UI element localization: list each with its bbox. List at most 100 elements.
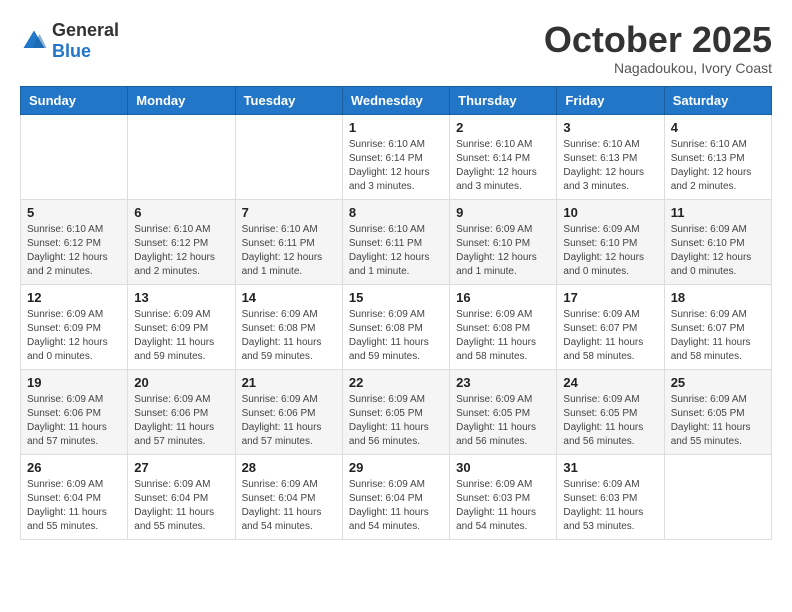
day-info: Sunrise: 6:09 AM Sunset: 6:06 PM Dayligh…	[242, 393, 336, 449]
calendar-cell: 28 Sunrise: 6:09 AM Sunset: 6:04 PM Dayli…	[235, 454, 342, 539]
day-info: Sunrise: 6:10 AM Sunset: 6:14 PM Dayligh…	[349, 138, 443, 194]
calendar-cell: 2 Sunrise: 6:10 AM Sunset: 6:14 PM Daylig…	[450, 114, 557, 199]
day-number: 1	[349, 120, 443, 135]
location-subtitle: Nagadoukou, Ivory Coast	[544, 60, 772, 76]
calendar-cell: 5 Sunrise: 6:10 AM Sunset: 6:12 PM Daylig…	[21, 199, 128, 284]
calendar-cell: 4 Sunrise: 6:10 AM Sunset: 6:13 PM Daylig…	[664, 114, 771, 199]
day-number: 24	[563, 375, 657, 390]
day-number: 12	[27, 290, 121, 305]
day-number: 3	[563, 120, 657, 135]
weekday-header-wednesday: Wednesday	[342, 86, 449, 114]
day-info: Sunrise: 6:09 AM Sunset: 6:04 PM Dayligh…	[349, 478, 443, 534]
title-block: October 2025 Nagadoukou, Ivory Coast	[544, 20, 772, 76]
calendar-cell: 10Sunrise: 6:09 AM Sunset: 6:10 PM Dayli…	[557, 199, 664, 284]
day-number: 2	[456, 120, 550, 135]
day-number: 15	[349, 290, 443, 305]
day-number: 14	[242, 290, 336, 305]
calendar-cell: 11 Sunrise: 6:09 AM Sunset: 6:10 PM Dayli…	[664, 199, 771, 284]
day-number: 8	[349, 205, 443, 220]
day-info: Sunrise: 6:09 AM Sunset: 6:06 PM Dayligh…	[134, 393, 228, 449]
calendar-cell: 22Sunrise: 6:09 AM Sunset: 6:05 PM Dayli…	[342, 369, 449, 454]
calendar-cell: 13 Sunrise: 6:09 AM Sunset: 6:09 PM Dayli…	[128, 284, 235, 369]
logo-icon	[20, 27, 48, 55]
calendar-cell: 31 Sunrise: 6:09 AM Sunset: 6:03 PM Dayli…	[557, 454, 664, 539]
calendar-cell: 20Sunrise: 6:09 AM Sunset: 6:06 PM Dayli…	[128, 369, 235, 454]
day-info: Sunrise: 6:09 AM Sunset: 6:03 PM Dayligh…	[563, 478, 657, 534]
day-info: Sunrise: 6:10 AM Sunset: 6:12 PM Dayligh…	[134, 223, 228, 279]
day-info: Sunrise: 6:09 AM Sunset: 6:08 PM Dayligh…	[456, 308, 550, 364]
day-info: Sunrise: 6:10 AM Sunset: 6:12 PM Dayligh…	[27, 223, 121, 279]
day-info: Sunrise: 6:09 AM Sunset: 6:10 PM Dayligh…	[671, 223, 765, 279]
day-number: 31	[563, 460, 657, 475]
day-info: Sunrise: 6:10 AM Sunset: 6:11 PM Dayligh…	[242, 223, 336, 279]
calendar-cell: 1 Sunrise: 6:10 AM Sunset: 6:14 PM Daylig…	[342, 114, 449, 199]
day-number: 19	[27, 375, 121, 390]
day-info: Sunrise: 6:09 AM Sunset: 6:04 PM Dayligh…	[242, 478, 336, 534]
day-info: Sunrise: 6:10 AM Sunset: 6:11 PM Dayligh…	[349, 223, 443, 279]
calendar-cell: 21 Sunrise: 6:09 AM Sunset: 6:06 PM Dayli…	[235, 369, 342, 454]
weekday-header-saturday: Saturday	[664, 86, 771, 114]
calendar-cell: 3Sunrise: 6:10 AM Sunset: 6:13 PM Daylig…	[557, 114, 664, 199]
day-number: 29	[349, 460, 443, 475]
day-number: 16	[456, 290, 550, 305]
calendar-cell: 27Sunrise: 6:09 AM Sunset: 6:04 PM Dayli…	[128, 454, 235, 539]
calendar-cell: 12 Sunrise: 6:09 AM Sunset: 6:09 PM Dayli…	[21, 284, 128, 369]
day-number: 13	[134, 290, 228, 305]
calendar-cell: 9 Sunrise: 6:09 AM Sunset: 6:10 PM Daylig…	[450, 199, 557, 284]
calendar-cell: 6 Sunrise: 6:10 AM Sunset: 6:12 PM Daylig…	[128, 199, 235, 284]
day-info: Sunrise: 6:09 AM Sunset: 6:04 PM Dayligh…	[134, 478, 228, 534]
logo-blue: Blue	[52, 41, 91, 61]
day-info: Sunrise: 6:09 AM Sunset: 6:10 PM Dayligh…	[456, 223, 550, 279]
day-number: 5	[27, 205, 121, 220]
calendar-cell: 25 Sunrise: 6:09 AM Sunset: 6:05 PM Dayli…	[664, 369, 771, 454]
calendar-cell	[128, 114, 235, 199]
day-number: 4	[671, 120, 765, 135]
calendar-week-row: 5 Sunrise: 6:10 AM Sunset: 6:12 PM Daylig…	[21, 199, 772, 284]
calendar-cell: 23 Sunrise: 6:09 AM Sunset: 6:05 PM Dayli…	[450, 369, 557, 454]
calendar-cell: 8 Sunrise: 6:10 AM Sunset: 6:11 PM Daylig…	[342, 199, 449, 284]
weekday-header-sunday: Sunday	[21, 86, 128, 114]
day-number: 22	[349, 375, 443, 390]
calendar-cell: 15 Sunrise: 6:09 AM Sunset: 6:08 PM Dayli…	[342, 284, 449, 369]
day-info: Sunrise: 6:09 AM Sunset: 6:09 PM Dayligh…	[134, 308, 228, 364]
logo: General Blue	[20, 20, 119, 62]
day-number: 23	[456, 375, 550, 390]
day-info: Sunrise: 6:09 AM Sunset: 6:04 PM Dayligh…	[27, 478, 121, 534]
day-number: 25	[671, 375, 765, 390]
day-info: Sunrise: 6:09 AM Sunset: 6:05 PM Dayligh…	[456, 393, 550, 449]
day-info: Sunrise: 6:09 AM Sunset: 6:09 PM Dayligh…	[27, 308, 121, 364]
calendar-week-row: 12 Sunrise: 6:09 AM Sunset: 6:09 PM Dayli…	[21, 284, 772, 369]
day-info: Sunrise: 6:09 AM Sunset: 6:05 PM Dayligh…	[671, 393, 765, 449]
calendar-cell	[664, 454, 771, 539]
calendar-cell: 14 Sunrise: 6:09 AM Sunset: 6:08 PM Dayli…	[235, 284, 342, 369]
weekday-header-thursday: Thursday	[450, 86, 557, 114]
weekday-header-row: SundayMondayTuesdayWednesdayThursdayFrid…	[21, 86, 772, 114]
day-number: 28	[242, 460, 336, 475]
calendar-cell: 19Sunrise: 6:09 AM Sunset: 6:06 PM Dayli…	[21, 369, 128, 454]
calendar-week-row: 26 Sunrise: 6:09 AM Sunset: 6:04 PM Dayli…	[21, 454, 772, 539]
day-number: 9	[456, 205, 550, 220]
calendar-week-row: 1 Sunrise: 6:10 AM Sunset: 6:14 PM Daylig…	[21, 114, 772, 199]
day-info: Sunrise: 6:10 AM Sunset: 6:14 PM Dayligh…	[456, 138, 550, 194]
day-number: 6	[134, 205, 228, 220]
day-info: Sunrise: 6:09 AM Sunset: 6:07 PM Dayligh…	[671, 308, 765, 364]
weekday-header-tuesday: Tuesday	[235, 86, 342, 114]
day-number: 30	[456, 460, 550, 475]
calendar-week-row: 19 Sunrise: 6:09 AM Sunset: 6:06 PM Dayli…	[21, 369, 772, 454]
day-info: Sunrise: 6:09 AM Sunset: 6:08 PM Dayligh…	[349, 308, 443, 364]
calendar-cell: 24 Sunrise: 6:09 AM Sunset: 6:05 PM Dayli…	[557, 369, 664, 454]
day-info: Sunrise: 6:09 AM Sunset: 6:10 PM Dayligh…	[563, 223, 657, 279]
day-info: Sunrise: 6:09 AM Sunset: 6:05 PM Dayligh…	[563, 393, 657, 449]
day-info: Sunrise: 6:09 AM Sunset: 6:08 PM Dayligh…	[242, 308, 336, 364]
day-number: 21	[242, 375, 336, 390]
day-number: 11	[671, 205, 765, 220]
day-number: 17	[563, 290, 657, 305]
day-number: 18	[671, 290, 765, 305]
day-info: Sunrise: 6:10 AM Sunset: 6:13 PM Dayligh…	[671, 138, 765, 194]
month-title: October 2025	[544, 20, 772, 60]
day-number: 7	[242, 205, 336, 220]
day-number: 26	[27, 460, 121, 475]
calendar-cell: 29 Sunrise: 6:09 AM Sunset: 6:04 PM Dayli…	[342, 454, 449, 539]
weekday-header-friday: Friday	[557, 86, 664, 114]
calendar-cell: 30Sunrise: 6:09 AM Sunset: 6:03 PM Dayli…	[450, 454, 557, 539]
